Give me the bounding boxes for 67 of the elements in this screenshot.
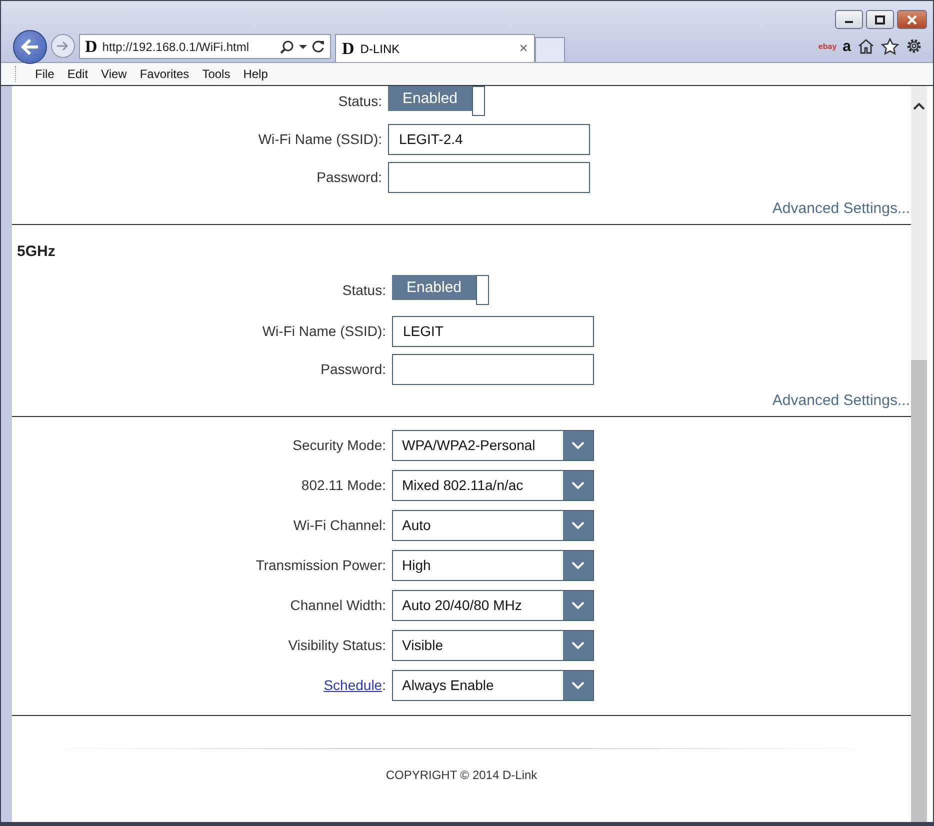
close-tab-button[interactable]: × bbox=[519, 40, 528, 57]
chevron-down-icon bbox=[571, 480, 585, 490]
dropdown-select[interactable]: High bbox=[392, 550, 594, 580]
dropdown-select[interactable]: Auto bbox=[392, 510, 594, 540]
field-label: Wi-Fi Name (SSID): bbox=[257, 131, 383, 147]
menu-item[interactable]: File bbox=[29, 67, 60, 81]
dropdown-icon[interactable] bbox=[299, 44, 307, 50]
advanced-settings-link[interactable]: Advanced Settings... bbox=[772, 200, 910, 217]
advanced-settings-link[interactable]: Advanced Settings... bbox=[772, 392, 910, 409]
dropdown-select[interactable]: Mixed 802.11a/n/ac bbox=[392, 470, 594, 500]
chevron-down-icon bbox=[571, 560, 585, 570]
field-label: Channel Width: bbox=[289, 597, 387, 613]
star-icon[interactable] bbox=[881, 38, 899, 54]
chevron-down-icon bbox=[571, 640, 585, 650]
menu-item[interactable]: View bbox=[95, 67, 133, 81]
menu-item[interactable]: Tools bbox=[196, 67, 236, 81]
menu-item[interactable]: Favorites bbox=[134, 67, 196, 81]
maximize-icon bbox=[874, 14, 886, 24]
favorite-link[interactable]: a bbox=[842, 38, 851, 54]
copyright-text: COPYRIGHT © 2014 D-Link bbox=[384, 768, 538, 782]
home-icon[interactable] bbox=[857, 38, 875, 54]
schedule-link[interactable]: Schedule bbox=[324, 677, 382, 693]
field-label: Wi-Fi Channel: bbox=[292, 517, 387, 533]
settings-icon[interactable] bbox=[905, 37, 923, 55]
close-button[interactable] bbox=[897, 10, 927, 29]
dropdown-select[interactable]: Auto 20/40/80 MHz bbox=[392, 590, 594, 620]
dropdown-select[interactable]: WPA/WPA2-Personal bbox=[392, 430, 594, 460]
chevron-down-icon bbox=[571, 600, 585, 610]
minimize-button[interactable] bbox=[835, 10, 863, 29]
dropdown-select[interactable]: Visible bbox=[392, 630, 594, 660]
maximize-button[interactable] bbox=[866, 10, 894, 29]
dropdown-select[interactable]: Always Enable bbox=[392, 670, 594, 700]
chevron-down-icon bbox=[571, 680, 585, 690]
site-icon: D bbox=[85, 38, 98, 55]
tab-title: D-LINK bbox=[360, 42, 401, 56]
field-label: Transmission Power: bbox=[254, 557, 387, 573]
field-label: Wi-Fi Name (SSID): bbox=[261, 323, 387, 339]
password-input[interactable] bbox=[392, 354, 594, 384]
browser-tab[interactable]: D D-LINK × bbox=[335, 34, 535, 62]
password-input[interactable] bbox=[388, 162, 590, 192]
ssid-input[interactable]: LEGIT-2.4 bbox=[388, 124, 590, 154]
back-arrow-icon bbox=[20, 38, 40, 56]
back-button[interactable] bbox=[13, 30, 47, 64]
refresh-icon[interactable] bbox=[312, 40, 325, 53]
chevron-down-icon bbox=[571, 440, 585, 450]
field-label: Password: bbox=[316, 169, 383, 185]
url-text: http://192.168.0.1/WiFi.html bbox=[102, 40, 250, 54]
chevron-down-icon bbox=[571, 520, 585, 530]
menu-item[interactable]: Edit bbox=[61, 67, 94, 81]
field-label: Status: bbox=[341, 282, 387, 298]
scrollbar[interactable] bbox=[911, 86, 927, 822]
field-label: Password: bbox=[320, 361, 387, 377]
section-heading: 5GHz bbox=[16, 243, 56, 260]
forward-arrow-icon bbox=[56, 40, 70, 52]
address-bar[interactable]: D http://192.168.0.1/WiFi.html bbox=[79, 34, 331, 59]
field-label: Visibility Status: bbox=[287, 637, 387, 653]
label-colon: : bbox=[382, 677, 386, 693]
tab-icon: D bbox=[342, 40, 354, 57]
close-icon bbox=[906, 14, 918, 24]
scroll-thumb[interactable] bbox=[911, 360, 927, 822]
field-label: 802.11 Mode: bbox=[300, 477, 387, 493]
menu-item[interactable]: Help bbox=[237, 67, 274, 81]
field-label: Security Mode: bbox=[292, 437, 387, 453]
search-icon[interactable] bbox=[280, 40, 294, 54]
scroll-up-icon[interactable] bbox=[913, 102, 925, 110]
field-label: Status: bbox=[337, 93, 383, 109]
ssid-input[interactable]: LEGIT bbox=[392, 316, 594, 346]
